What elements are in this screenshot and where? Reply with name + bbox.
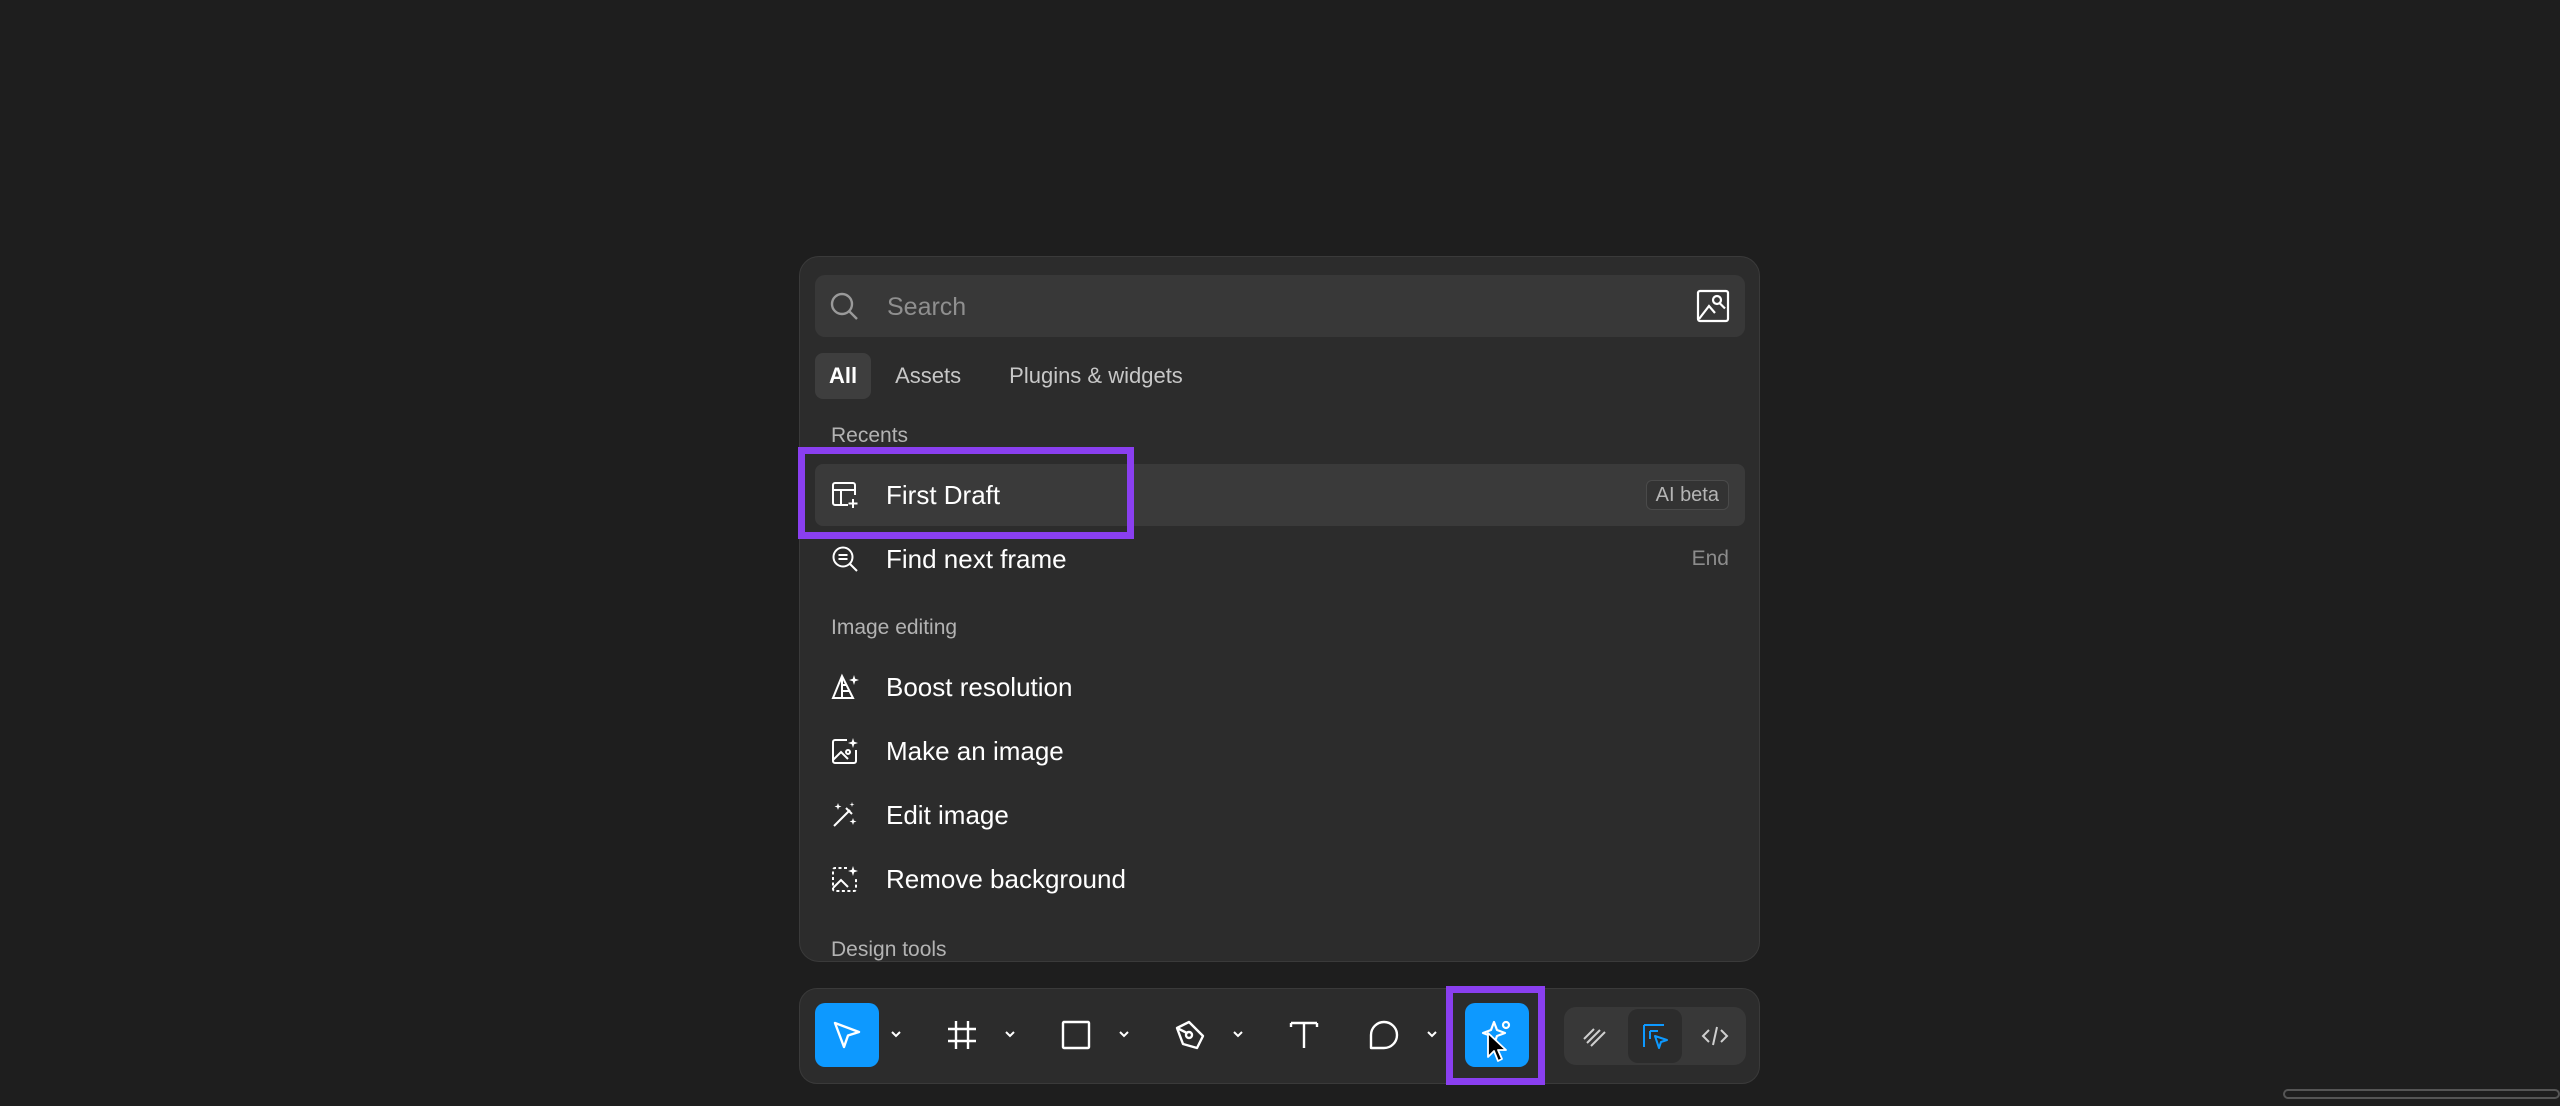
menu-item-label: Edit image	[886, 800, 1009, 830]
design-mode-button[interactable]	[1628, 1009, 1682, 1063]
menu-item-label: Make an image	[886, 736, 1064, 766]
tab-plugins-widgets[interactable]: Plugins & widgets	[993, 353, 1199, 399]
ai-beta-badge: AI beta	[1645, 480, 1729, 510]
comment-tool-caret[interactable]	[1424, 1023, 1440, 1047]
shape-tool-caret[interactable]	[1116, 1023, 1132, 1047]
filter-tabs: All Assets Plugins & widgets	[815, 353, 1215, 399]
main-toolbar	[799, 988, 1760, 1084]
menu-item-label: Find next frame	[886, 544, 1067, 574]
draw-mode-button[interactable]	[1568, 1009, 1622, 1063]
remove-background-icon	[831, 865, 859, 893]
menu-item-find-next-frame[interactable]: Find next frame End	[815, 528, 1745, 590]
move-tool-caret[interactable]	[888, 1023, 904, 1047]
menu-item-make-an-image[interactable]: Make an image	[815, 720, 1745, 782]
pen-tool-button[interactable]	[1158, 1003, 1222, 1067]
rectangle-tool-button[interactable]	[1044, 1003, 1108, 1067]
frame-tool-caret[interactable]	[1002, 1023, 1018, 1047]
menu-item-label: Boost resolution	[886, 672, 1073, 702]
search-frame-icon	[831, 545, 859, 573]
image-search-icon[interactable]	[1696, 289, 1730, 323]
edit-image-icon	[831, 801, 859, 829]
section-title-design-tools: Design tools	[831, 938, 947, 961]
layout-add-icon	[831, 481, 859, 509]
tab-assets[interactable]: Assets	[879, 353, 977, 399]
menu-item-label: First Draft	[886, 480, 1001, 510]
menu-item-label: Remove background	[886, 864, 1126, 894]
search-icon	[829, 291, 859, 321]
pen-tool-caret[interactable]	[1230, 1023, 1246, 1047]
mouse-cursor-icon	[1486, 1031, 1508, 1063]
move-tool-button[interactable]	[815, 1003, 879, 1067]
text-tool-button[interactable]	[1272, 1003, 1336, 1067]
boost-resolution-icon	[831, 673, 859, 701]
search-input[interactable]	[885, 275, 1669, 339]
horizontal-scrollbar[interactable]	[2283, 1089, 2560, 1099]
mode-switcher	[1564, 1007, 1746, 1065]
menu-item-first-draft[interactable]: First Draft AI beta	[815, 464, 1745, 526]
comment-tool-button[interactable]	[1352, 1003, 1416, 1067]
actions-panel: All Assets Plugins & widgets Recents Fir…	[799, 256, 1760, 962]
frame-tool-button[interactable]	[930, 1003, 994, 1067]
keyboard-shortcut: End	[1691, 547, 1729, 570]
make-image-icon	[831, 737, 859, 765]
search-bar	[815, 275, 1745, 339]
menu-item-remove-background[interactable]: Remove background	[815, 848, 1745, 910]
tab-all[interactable]: All	[815, 353, 872, 399]
menu-item-edit-image[interactable]: Edit image	[815, 784, 1745, 846]
section-title-image-editing: Image editing	[831, 616, 958, 639]
section-title-recents: Recents	[831, 424, 909, 447]
dev-mode-button[interactable]	[1688, 1009, 1742, 1063]
menu-item-boost-resolution[interactable]: Boost resolution	[815, 656, 1745, 718]
